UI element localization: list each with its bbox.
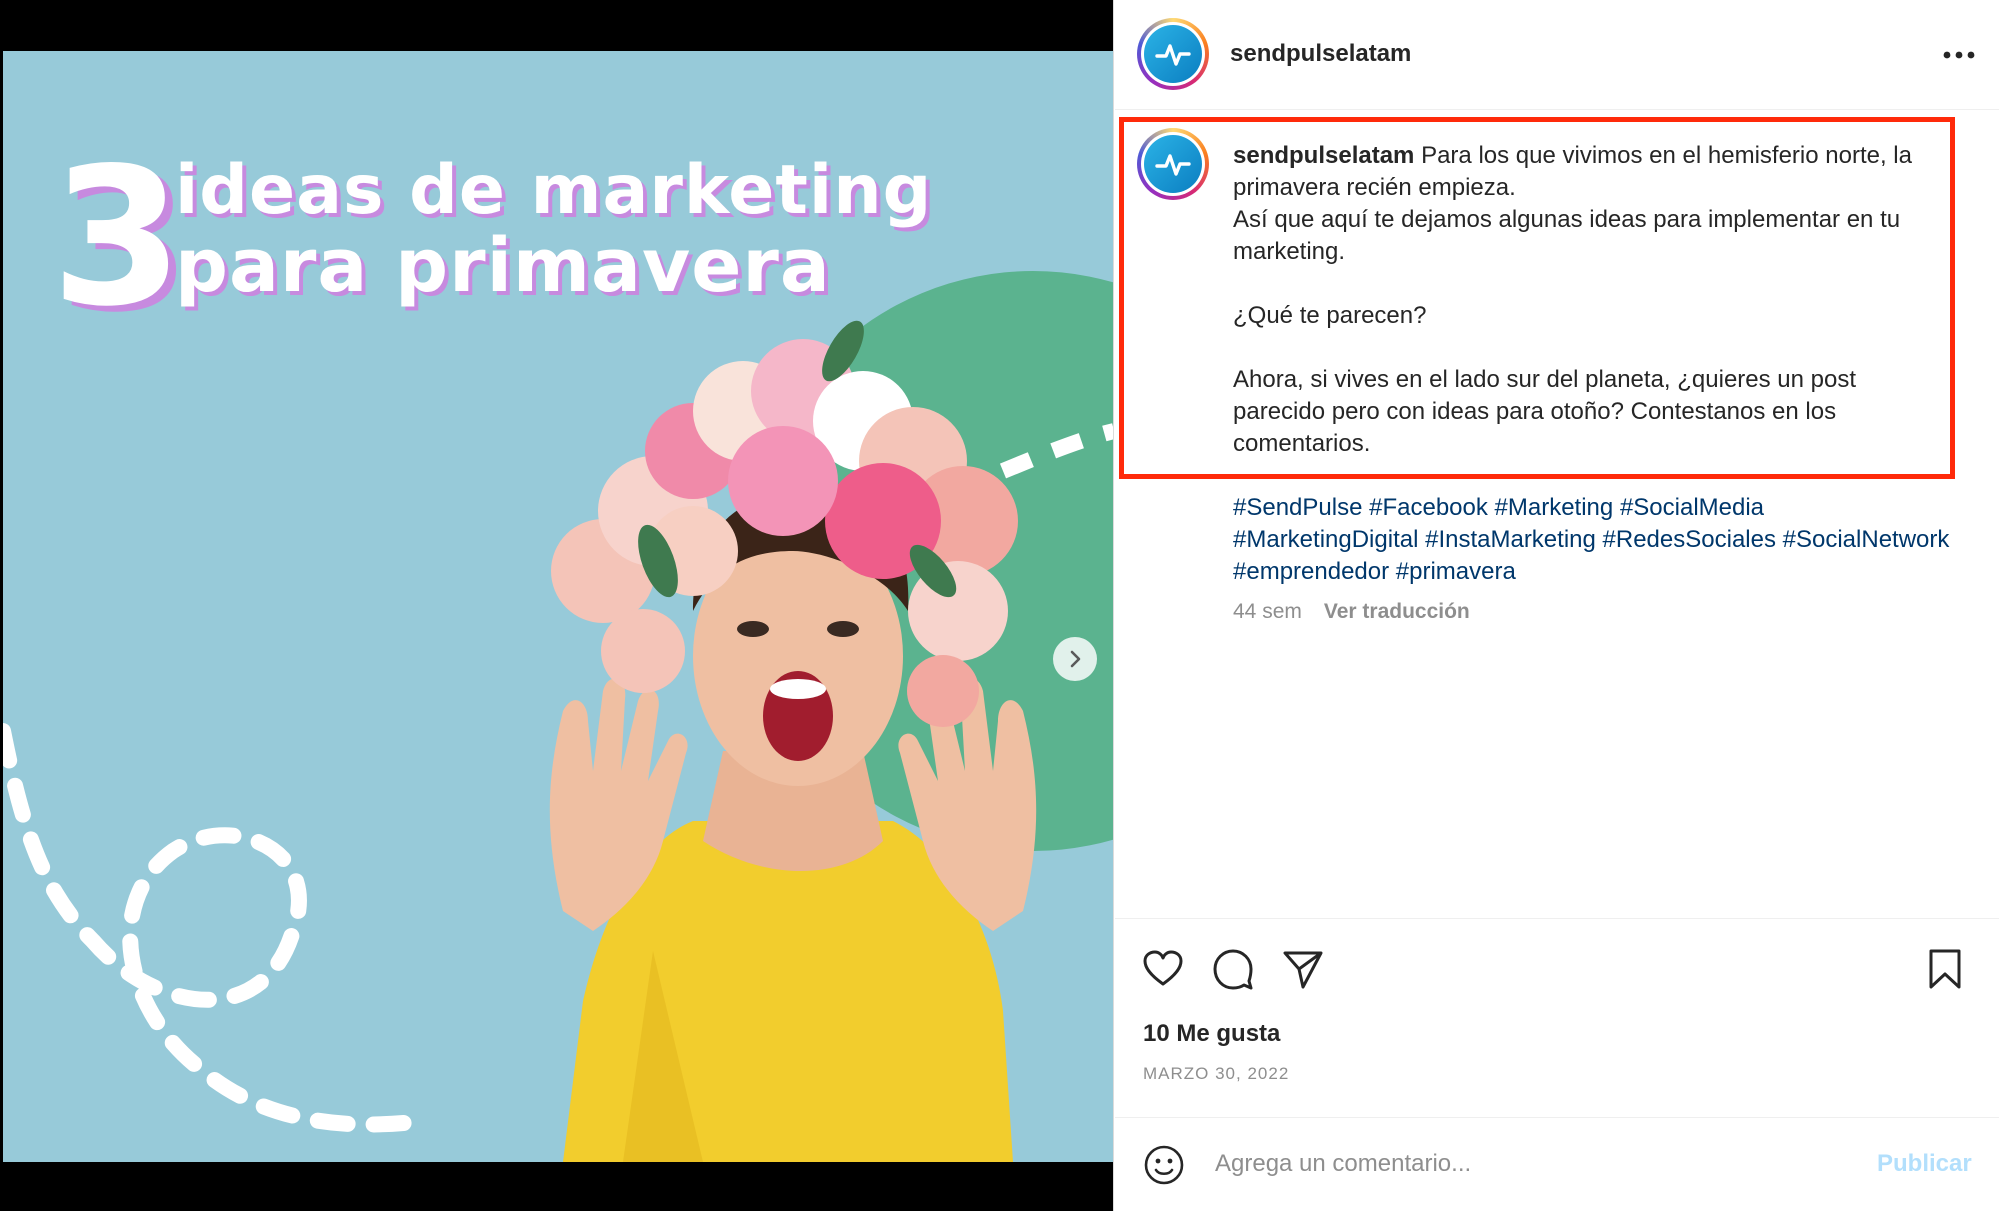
avatar[interactable] [1137,18,1209,90]
teeth-shape [770,679,826,699]
comment-input[interactable] [1215,1142,1855,1186]
hashtag-link[interactable]: #emprendedor [1233,558,1389,585]
publish-button[interactable]: Publicar [1877,1150,1972,1178]
post-author-username[interactable]: sendpulselatam [1230,40,1411,68]
slide-title-line-1: ideas de marketing [175,151,933,230]
right-eye-shape [827,621,859,637]
save-button[interactable] [1923,947,1967,991]
hashtag-link[interactable]: #MarketingDigital [1233,526,1418,553]
slide-number: 3 [51,127,185,348]
post-caption: sendpulselatam Para los que vivimos en e… [1233,140,1953,460]
caption-avatar[interactable] [1137,128,1209,200]
caption-line: Así que aquí te dejamos algunas ideas pa… [1233,206,1901,265]
hashtag-link[interactable]: #RedesSociales [1603,526,1776,553]
hashtag-list: #SendPulse #Facebook #Marketing #SocialM… [1233,492,1953,588]
hashtag-link[interactable]: #Marketing [1495,494,1614,521]
hashtag-link[interactable]: #SendPulse [1233,494,1362,521]
hashtag-link[interactable]: #Facebook [1369,494,1488,521]
caption-line [1233,332,1953,364]
action-bar [1115,918,1999,1008]
slide-title-line-2: para primavera [175,223,831,309]
post-date: MARZO 30, 2022 [1143,1064,1290,1083]
caption-username[interactable]: sendpulselatam [1233,142,1414,169]
left-eye-shape [737,621,769,637]
caption-line: Ahora, si vives en el lado sur del plane… [1233,366,1857,457]
hashtag-link[interactable]: #InstaMarketing [1425,526,1596,553]
hashtag-link[interactable]: #SocialNetwork [1783,526,1950,553]
hashtag-link[interactable]: #primavera [1396,558,1516,585]
emoji-icon [1144,1145,1184,1185]
bookmark-icon [1929,949,1961,989]
chevron-right-icon [1070,650,1081,668]
carousel-slide[interactable]: 3 ideas de marketing para primavera [3,51,1113,1162]
more-horizontal-icon [1943,51,1975,59]
post-details-panel: sendpulselatam sendpulselatam Para los q… [1115,0,1999,1211]
caption-line [1233,268,1953,300]
pulse-logo-icon [1155,44,1191,66]
post-header: sendpulselatam [1115,0,1999,110]
hashtag-link[interactable]: #SocialMedia [1620,494,1764,521]
comment-button[interactable] [1211,947,1255,991]
send-icon [1283,951,1323,989]
pulse-logo-icon [1155,154,1191,176]
caption-meta: 44 sem Ver traducción [1233,600,1470,624]
share-button[interactable] [1281,947,1325,991]
emoji-button[interactable] [1143,1144,1185,1186]
see-translation-link[interactable]: Ver traducción [1324,600,1470,624]
like-button[interactable] [1141,947,1185,991]
like-count[interactable]: 10 Me gusta [1143,1020,1280,1048]
dashed-swirl-shape [3,723,431,1133]
heart-icon [1143,950,1183,986]
more-options-button[interactable] [1939,40,1979,70]
post-media: 3 ideas de marketing para primavera [0,0,1114,1211]
caption-line: sendpulselatam Para los que vivimos en e… [1233,140,1953,204]
comment-icon [1213,949,1253,990]
comment-composer: Publicar [1115,1117,1999,1211]
carousel-next-button[interactable] [1053,637,1097,681]
post-age[interactable]: 44 sem [1233,600,1302,624]
caption-line: ¿Qué te parecen? [1233,302,1427,329]
